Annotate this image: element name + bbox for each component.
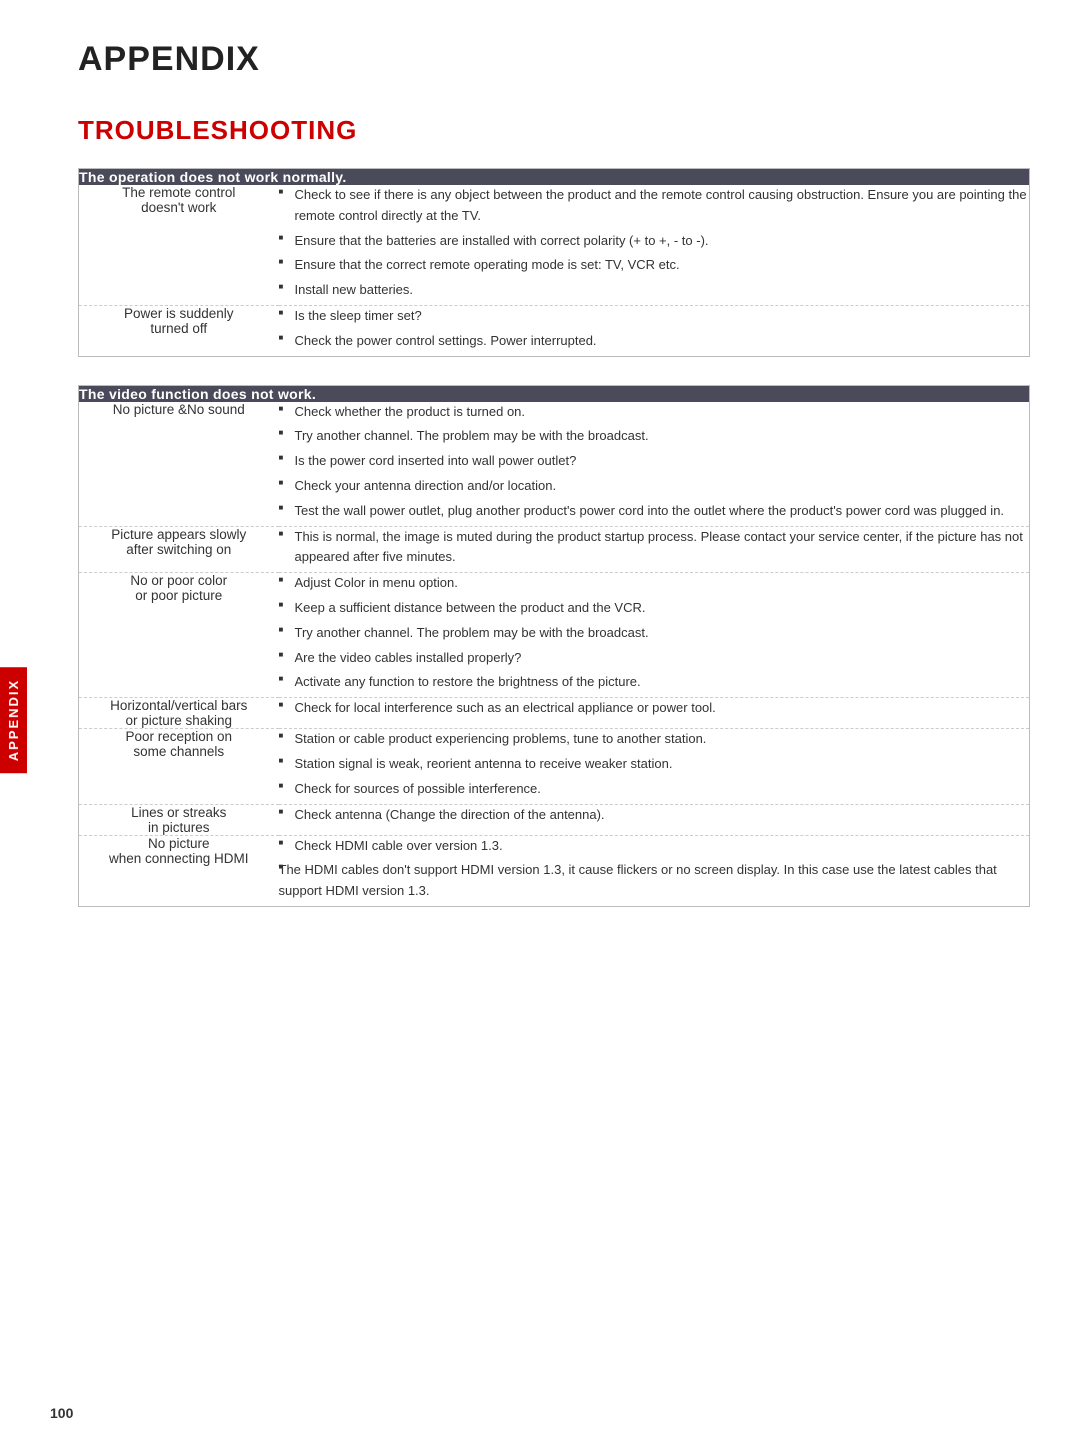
page-number: 100 xyxy=(50,1405,73,1421)
issue-horizontal-bars: Horizontal/vertical barsor picture shaki… xyxy=(79,698,279,729)
table-row: No picturewhen connecting HDMI Check HDM… xyxy=(79,835,1030,906)
solution-picture-slowly: This is normal, the image is muted durin… xyxy=(279,526,1030,573)
list-item: Station signal is weak, reorient antenna… xyxy=(279,754,1030,775)
list-item: Try another channel. The problem may be … xyxy=(279,623,1030,644)
list-item: Is the power cord inserted into wall pow… xyxy=(279,451,1030,472)
table-row: Power is suddenlyturned off Is the sleep… xyxy=(79,305,1030,356)
list-item: Ensure that the batteries are installed … xyxy=(279,231,1030,252)
table-row: No picture &No sound Check whether the p… xyxy=(79,402,1030,526)
list-item: Are the video cables installed properly? xyxy=(279,648,1030,669)
section-title: TROUBLESHOOTING xyxy=(78,115,1030,146)
list-item: Ensure that the correct remote operating… xyxy=(279,255,1030,276)
list-item: The HDMI cables don't support HDMI versi… xyxy=(279,860,1030,902)
solution-poor-reception: Station or cable product experiencing pr… xyxy=(279,729,1030,804)
video-table: The video function does not work. No pic… xyxy=(78,385,1030,907)
list-item: This is normal, the image is muted durin… xyxy=(279,527,1030,569)
operation-table: The operation does not work normally. Th… xyxy=(78,168,1030,357)
list-item: Install new batteries. xyxy=(279,280,1030,301)
issue-no-picture-sound: No picture &No sound xyxy=(79,402,279,526)
operation-table-title: The operation does not work normally. xyxy=(79,169,1030,186)
page-title: APPENDIX xyxy=(78,40,1030,79)
list-item: Station or cable product experiencing pr… xyxy=(279,729,1030,750)
appendix-side-tab: APPENDIX xyxy=(0,666,27,772)
list-item: Check your antenna direction and/or loca… xyxy=(279,476,1030,497)
issue-remote-control: The remote controldoesn't work xyxy=(79,185,279,305)
table-row: No or poor coloror poor picture Adjust C… xyxy=(79,573,1030,698)
table-row: Picture appears slowlyafter switching on… xyxy=(79,526,1030,573)
table-row: The remote controldoesn't work Check to … xyxy=(79,185,1030,305)
issue-power-off: Power is suddenlyturned off xyxy=(79,305,279,356)
list-item: Try another channel. The problem may be … xyxy=(279,426,1030,447)
list-item: Is the sleep timer set? xyxy=(279,306,1030,327)
operation-table-header: The operation does not work normally. xyxy=(79,169,1030,186)
solution-lines-streaks: Check antenna (Change the direction of t… xyxy=(279,804,1030,835)
list-item: Check to see if there is any object betw… xyxy=(279,185,1030,227)
video-table-header: The video function does not work. xyxy=(79,385,1030,402)
issue-picture-slowly: Picture appears slowlyafter switching on xyxy=(79,526,279,573)
list-item: Activate any function to restore the bri… xyxy=(279,672,1030,693)
table-row: Poor reception onsome channels Station o… xyxy=(79,729,1030,804)
video-table-title: The video function does not work. xyxy=(79,385,1030,402)
solution-poor-color: Adjust Color in menu option. Keep a suff… xyxy=(279,573,1030,698)
list-item: Check the power control settings. Power … xyxy=(279,331,1030,352)
list-item: Check antenna (Change the direction of t… xyxy=(279,805,1030,826)
list-item: Check whether the product is turned on. xyxy=(279,402,1030,423)
list-item: Check HDMI cable over version 1.3. xyxy=(279,836,1030,857)
table-row: Lines or streaksin pictures Check antenn… xyxy=(79,804,1030,835)
list-item: Check for local interference such as an … xyxy=(279,698,1030,719)
solution-power-off: Is the sleep timer set? Check the power … xyxy=(279,305,1030,356)
list-item: Keep a sufficient distance between the p… xyxy=(279,598,1030,619)
solution-horizontal-bars: Check for local interference such as an … xyxy=(279,698,1030,729)
solution-no-picture-hdmi: Check HDMI cable over version 1.3. The H… xyxy=(279,835,1030,906)
list-item: Test the wall power outlet, plug another… xyxy=(279,501,1030,522)
issue-lines-streaks: Lines or streaksin pictures xyxy=(79,804,279,835)
table-row: Horizontal/vertical barsor picture shaki… xyxy=(79,698,1030,729)
solution-no-picture-sound: Check whether the product is turned on. … xyxy=(279,402,1030,526)
list-item: Check for sources of possible interferen… xyxy=(279,779,1030,800)
issue-poor-color: No or poor coloror poor picture xyxy=(79,573,279,698)
issue-no-picture-hdmi: No picturewhen connecting HDMI xyxy=(79,835,279,906)
solution-remote-control: Check to see if there is any object betw… xyxy=(279,185,1030,305)
issue-poor-reception: Poor reception onsome channels xyxy=(79,729,279,804)
list-item: Adjust Color in menu option. xyxy=(279,573,1030,594)
